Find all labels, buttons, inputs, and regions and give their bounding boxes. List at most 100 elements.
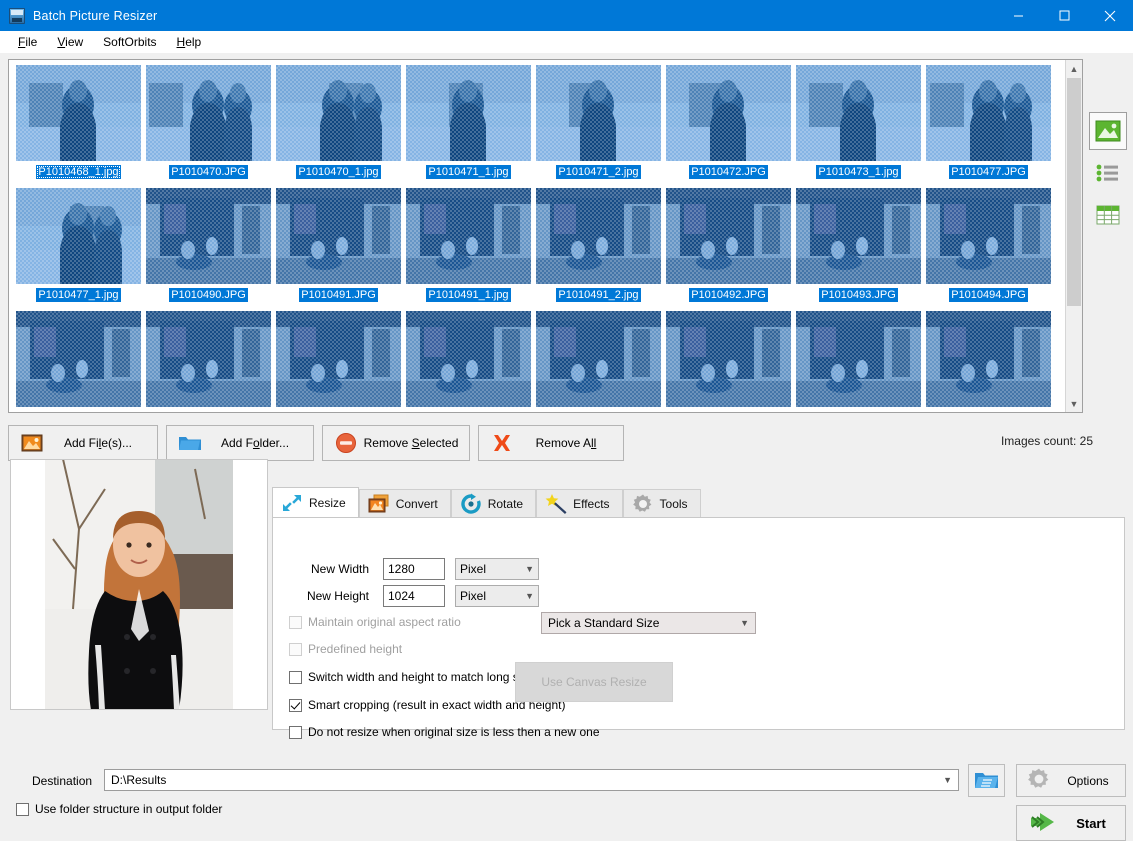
rotate-circular-icon: [460, 493, 482, 515]
scroll-up-icon[interactable]: ▲: [1066, 60, 1082, 77]
thumbnail-selection-overlay: [666, 65, 791, 161]
thumbnail-filename: P1010477.JPG: [926, 163, 1051, 179]
maximize-icon[interactable]: [1041, 0, 1087, 31]
thumbnail-filename-text: P1010470.JPG: [169, 165, 248, 179]
thumbnail-item[interactable]: P1010470_1.jpg: [276, 65, 401, 185]
scroll-down-icon[interactable]: ▼: [1066, 395, 1082, 412]
standard-size-select[interactable]: Pick a Standard Size ▼: [541, 612, 756, 634]
start-button[interactable]: Start: [1016, 805, 1126, 841]
thumbnail-image: [406, 311, 531, 407]
thumbnail-image: [536, 65, 661, 161]
thumbnail-item[interactable]: P1010491_2.jpg: [536, 188, 661, 308]
thumbnail-image: [666, 188, 791, 284]
thumbnail-filename-text: P1010491_2.jpg: [556, 288, 640, 302]
thumbnail-scrollbar[interactable]: ▲ ▼: [1065, 60, 1082, 412]
thumbnail-view-icon[interactable]: [1089, 112, 1127, 150]
thumbnail-item[interactable]: [926, 311, 1051, 412]
tab-resize[interactable]: Resize: [272, 487, 359, 518]
menu-bar: File View SoftOrbits Help: [0, 31, 1133, 53]
menu-item-view[interactable]: View: [47, 33, 93, 51]
minimize-icon[interactable]: [995, 0, 1041, 31]
x-mark-icon: [485, 432, 519, 454]
resize-arrows-icon: [281, 492, 303, 514]
thumbnail-item[interactable]: P1010473_1.jpg: [796, 65, 921, 185]
folder-icon: [173, 434, 207, 452]
chevron-down-icon: ▼: [525, 559, 534, 579]
tab-convert[interactable]: Convert: [359, 489, 451, 518]
thumbnail-image: [276, 188, 401, 284]
destination-input[interactable]: D:\Results ▼: [104, 769, 959, 791]
thumbnail-item[interactable]: [276, 311, 401, 412]
new-width-unit-select[interactable]: Pixel ▼: [455, 558, 539, 580]
thumbnail-item[interactable]: [16, 311, 141, 412]
options-button[interactable]: Options: [1016, 764, 1126, 797]
checkbox-switch-width-height[interactable]: Switch width and height to match long si…: [289, 670, 541, 684]
add-files-button[interactable]: Add File(s)...: [8, 425, 158, 461]
thumbnail-selection-overlay: [16, 65, 141, 161]
thumbnail-selection-overlay: [666, 188, 791, 284]
thumbnail-item[interactable]: [796, 311, 921, 412]
menu-item-file[interactable]: File: [8, 33, 47, 51]
thumbnail-item[interactable]: [146, 311, 271, 412]
menu-item-softorbits[interactable]: SoftOrbits: [93, 33, 166, 51]
checkbox-predefined-height[interactable]: Predefined height: [289, 642, 402, 656]
menu-item-help[interactable]: Help: [167, 33, 212, 51]
thumbnail-item[interactable]: P1010490.JPG: [146, 188, 271, 308]
thumbnail-item[interactable]: P1010491_1.jpg: [406, 188, 531, 308]
thumbnail-filename-text: P1010470_1.jpg: [296, 165, 380, 179]
thumbnail-item[interactable]: P1010493.JPG: [796, 188, 921, 308]
thumbnail-scroll-area[interactable]: P1010468_1.jpg P1010470.JPG P1010470_1.jpg…: [9, 60, 1064, 412]
thumbnail-item[interactable]: P1010492.JPG: [666, 188, 791, 308]
new-height-input[interactable]: 1024: [383, 585, 445, 607]
thumbnail-filename-text: P1010494.JPG: [949, 288, 1028, 302]
thumbnail-item[interactable]: P1010491.JPG: [276, 188, 401, 308]
thumbnail-item[interactable]: P1010470.JPG: [146, 65, 271, 185]
thumbnail-filename-text: P1010473_1.jpg: [816, 165, 900, 179]
thumbnail-selection-overlay: [276, 311, 401, 407]
thumbnail-item[interactable]: P1010477.JPG: [926, 65, 1051, 185]
new-height-unit-select[interactable]: Pixel ▼: [455, 585, 539, 607]
thumbnail-panel[interactable]: P1010468_1.jpg P1010470.JPG P1010470_1.jpg…: [8, 59, 1083, 413]
thumbnail-item[interactable]: [406, 311, 531, 412]
thumbnail-filename-text: P1010491_1.jpg: [426, 288, 510, 302]
image-preview: [10, 459, 268, 710]
tab-effects-label: Effects: [573, 497, 609, 511]
close-icon[interactable]: [1087, 0, 1133, 31]
remove-selected-button[interactable]: Remove Selected: [322, 425, 470, 461]
thumbnail-selection-overlay: [536, 65, 661, 161]
thumbnail-selection-overlay: [536, 188, 661, 284]
thumbnail-item[interactable]: [666, 311, 791, 412]
thumbnail-item[interactable]: P1010471_1.jpg: [406, 65, 531, 185]
remove-all-label: Remove All: [519, 436, 623, 450]
checkbox-box: [289, 726, 302, 739]
table-view-icon[interactable]: [1089, 196, 1127, 234]
thumbnail-filename-text: P1010471_1.jpg: [426, 165, 510, 179]
thumbnail-item[interactable]: P1010471_2.jpg: [536, 65, 661, 185]
thumbnail-item[interactable]: P1010472.JPG: [666, 65, 791, 185]
thumbnail-item[interactable]: P1010494.JPG: [926, 188, 1051, 308]
scrollbar-thumb[interactable]: [1067, 78, 1081, 306]
tab-tools[interactable]: Tools: [623, 489, 701, 518]
chevron-down-icon[interactable]: ▼: [943, 775, 952, 785]
new-width-input[interactable]: 1280: [383, 558, 445, 580]
tab-rotate[interactable]: Rotate: [451, 489, 536, 518]
thumbnail-item[interactable]: P1010468_1.jpg: [16, 65, 141, 185]
checkbox-maintain-aspect-ratio[interactable]: Maintain original aspect ratio: [289, 615, 461, 629]
tab-effects[interactable]: Effects: [536, 489, 622, 518]
images-count-label: Images count: 25: [1001, 434, 1093, 448]
thumbnail-filename: P1010471_2.jpg: [536, 163, 661, 179]
add-folder-button[interactable]: Add Folder...: [166, 425, 314, 461]
magic-wand-icon: [545, 493, 567, 515]
thumbnail-item[interactable]: P1010477_1.jpg: [16, 188, 141, 308]
checkbox-use-folder-structure[interactable]: Use folder structure in output folder: [16, 802, 222, 816]
list-view-icon[interactable]: [1089, 154, 1127, 192]
new-width-unit-value: Pixel: [460, 559, 486, 579]
browse-folder-button[interactable]: [968, 764, 1005, 797]
options-label: Options: [1051, 774, 1125, 788]
thumbnail-image: [146, 311, 271, 407]
thumbnail-filename: P1010470.JPG: [146, 163, 271, 179]
remove-all-button[interactable]: Remove All: [478, 425, 624, 461]
checkbox-do-not-resize[interactable]: Do not resize when original size is less…: [289, 725, 600, 739]
thumbnail-filename-text: P1010468_1.jpg: [36, 165, 120, 179]
thumbnail-item[interactable]: [536, 311, 661, 412]
